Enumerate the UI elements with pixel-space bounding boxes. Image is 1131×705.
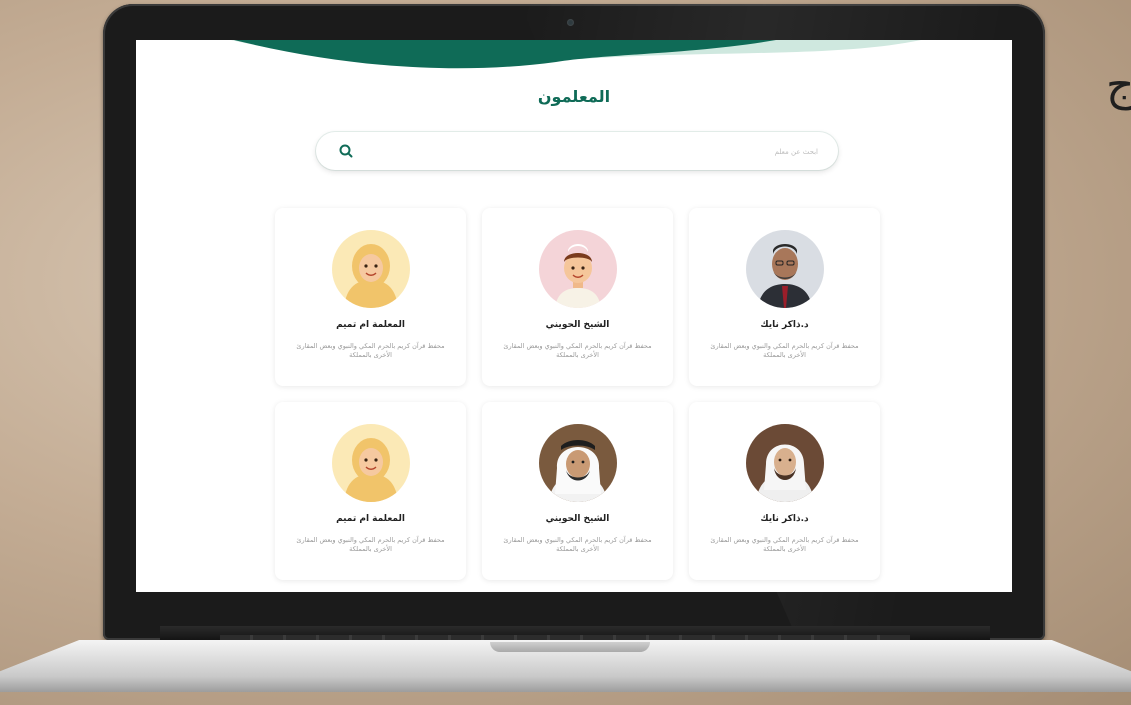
teacher-avatar [332, 424, 410, 502]
cartoon-woman-hijab-icon [332, 230, 410, 308]
search-icon[interactable] [338, 143, 354, 159]
teacher-card[interactable]: الشيخ الحويني محفظ قرآن كريم بالحرم المك… [482, 402, 673, 580]
teacher-card[interactable]: المعلمة ام تميم محفظ قرآن كريم بالحرم ال… [275, 208, 466, 386]
teacher-description: محفظ قرآن كريم بالحرم المكي والنبوي وبعض… [503, 342, 652, 359]
photo-man-white-headdress-icon [746, 424, 824, 502]
webcam-icon [567, 19, 574, 26]
cartoon-boy-icon [539, 230, 617, 308]
laptop-screen: المعلمون د.ذاكر نايك م [136, 40, 1012, 592]
photo-man-shemagh-icon [539, 424, 617, 502]
teacher-description: محفظ قرآن كريم بالحرم المكي والنبوي وبعض… [296, 342, 445, 359]
teacher-name: المعلمة ام تميم [336, 320, 405, 330]
search-input[interactable] [366, 141, 820, 163]
teacher-name: الشيخ الحويني [545, 514, 610, 524]
teacher-description: محفظ قرآن كريم بالحرم المكي والنبوي وبعض… [503, 536, 652, 553]
teacher-card[interactable]: المعلمة ام تميم محفظ قرآن كريم بالحرم ال… [275, 402, 466, 580]
teacher-description: محفظ قرآن كريم بالحرم المكي والنبوي وبعض… [296, 536, 445, 553]
page-title: المعلمون [537, 87, 611, 106]
cartoon-woman-hijab-icon [332, 424, 410, 502]
teacher-name: د.ذاكر نايك [760, 320, 809, 330]
search-bar [316, 132, 838, 170]
teacher-avatar [539, 424, 617, 502]
teacher-avatar [746, 424, 824, 502]
teacher-card[interactable]: الشيخ الحويني محفظ قرآن كريم بالحرم المك… [482, 208, 673, 386]
photo-man-glasses-icon [746, 230, 824, 308]
teacher-card[interactable]: د.ذاكر نايك محفظ قرآن كريم بالحرم المكي … [689, 402, 880, 580]
teacher-avatar [539, 230, 617, 308]
teacher-description: محفظ قرآن كريم بالحرم المكي والنبوي وبعض… [710, 536, 859, 553]
laptop-notch [490, 642, 650, 652]
teachers-grid: د.ذاكر نايك محفظ قرآن كريم بالحرم المكي … [274, 208, 880, 588]
background-letter: ج [1106, 60, 1131, 111]
teacher-name: الشيخ الحويني [545, 320, 610, 330]
teacher-name: المعلمة ام تميم [336, 514, 405, 524]
teacher-description: محفظ قرآن كريم بالحرم المكي والنبوي وبعض… [710, 342, 859, 359]
teacher-avatar [332, 230, 410, 308]
teacher-name: د.ذاكر نايك [760, 514, 809, 524]
teacher-avatar [746, 230, 824, 308]
teacher-card[interactable]: د.ذاكر نايك محفظ قرآن كريم بالحرم المكي … [689, 208, 880, 386]
